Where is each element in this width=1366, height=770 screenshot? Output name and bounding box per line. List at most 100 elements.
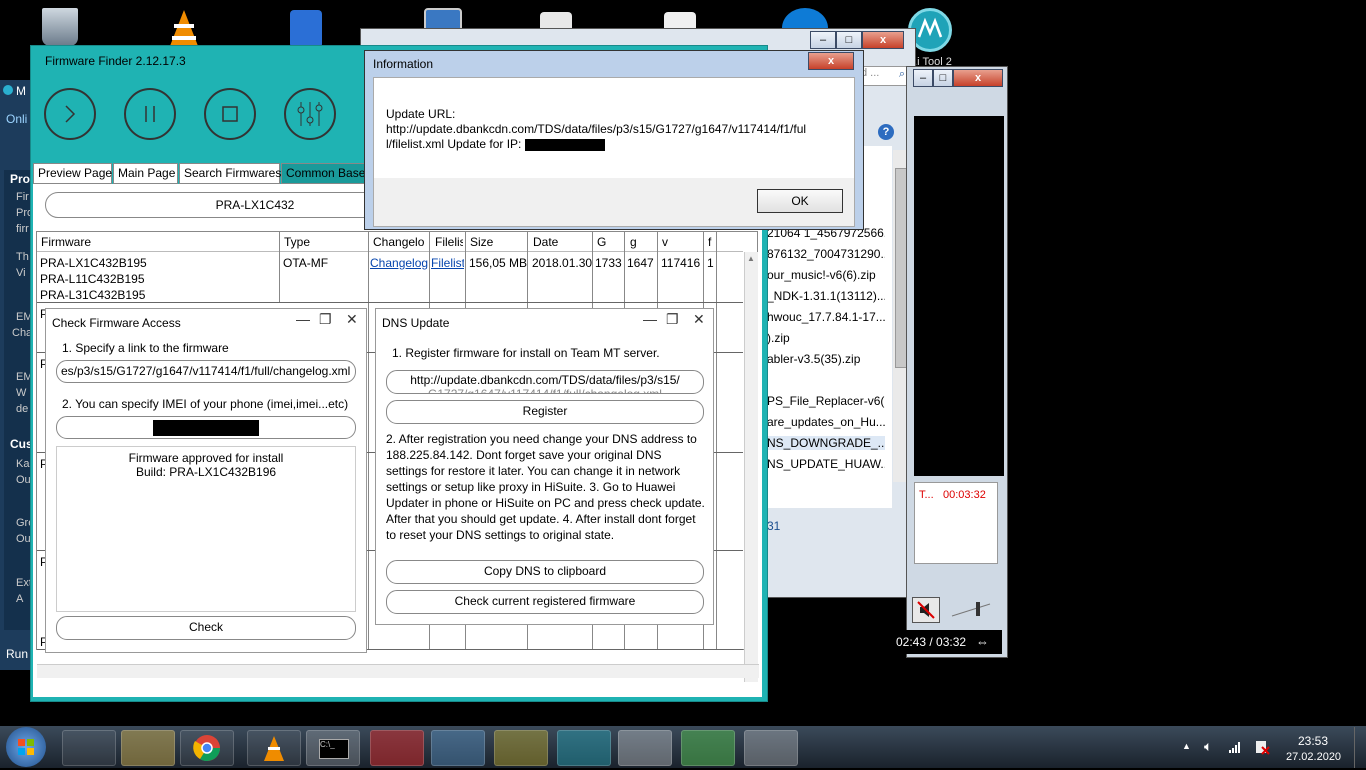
register-button[interactable]: Register	[386, 400, 704, 424]
settings-sliders-button[interactable]	[284, 88, 336, 140]
tab-main-page[interactable]: Main Page	[113, 163, 178, 184]
grid-vscrollbar[interactable]: ▲ ▼	[744, 252, 758, 682]
information-close-button[interactable]: x	[808, 52, 854, 70]
grid-firmware-2[interactable]: PRA-L31C432B195	[40, 287, 145, 303]
player-maximize-button[interactable]: □	[933, 69, 953, 87]
check-button[interactable]: Check	[56, 616, 356, 640]
player-timer: 00:03:32	[943, 489, 986, 501]
explorer-file-3[interactable]: _NDK-1.31.1(13112)...	[767, 289, 885, 303]
left-app-item-1[interactable]: Fir	[16, 191, 29, 203]
imei-redacted	[153, 420, 259, 437]
imei-input[interactable]	[56, 416, 356, 439]
explorer-icon[interactable]	[121, 730, 175, 766]
control-panel-icon[interactable]	[431, 730, 485, 766]
left-app-online: Onli	[6, 112, 28, 126]
grid-filelist-link[interactable]: Filelist	[431, 255, 464, 271]
left-app-item-15: Ou	[16, 533, 31, 545]
tab-common-base[interactable]: Common Base	[281, 163, 367, 184]
paint-icon[interactable]	[744, 730, 798, 766]
panel-minimize-icon[interactable]: —	[296, 311, 310, 327]
grid-changelog-link[interactable]: Changelog	[370, 255, 428, 271]
col-g1[interactable]: G	[597, 234, 621, 251]
stop-button[interactable]	[204, 88, 256, 140]
explorer-file-5[interactable]: ).zip	[767, 331, 885, 345]
recycle-bin-icon[interactable]	[42, 8, 78, 46]
toolbox-icon[interactable]	[370, 730, 424, 766]
tab-search-firmwares[interactable]: Search Firmwares	[179, 163, 281, 184]
mt-tool-icon[interactable]	[557, 730, 611, 766]
grid-size: 156,05 MB	[469, 256, 528, 270]
left-app-item-4[interactable]: Th	[16, 251, 29, 263]
vlc-icon[interactable]	[247, 730, 301, 766]
panel-close-icon[interactable]: ✕	[346, 311, 358, 328]
explorer-file-2[interactable]: our_music!-v6(6).zip	[767, 268, 885, 282]
scroll-up-icon[interactable]: ▲	[747, 254, 755, 263]
left-app-item-12[interactable]: Ka	[16, 458, 29, 470]
tab-preview-page[interactable]: Preview Page	[33, 163, 112, 184]
ip-redacted	[524, 138, 605, 151]
explorer-file-4[interactable]: hwouc_17.7.84.1-17...	[767, 310, 885, 324]
ie-icon[interactable]	[62, 730, 116, 766]
explorer-close-button[interactable]: x	[862, 31, 904, 49]
dns-step1: 1. Register firmware for install on Team…	[392, 346, 660, 360]
col-g2[interactable]: g	[630, 234, 654, 251]
tray-expand-icon[interactable]: ▲	[1182, 741, 1191, 751]
player-video-area	[914, 116, 1004, 476]
help-icon[interactable]: ?	[878, 124, 894, 140]
network-icon[interactable]	[1228, 740, 1242, 757]
start-button[interactable]	[6, 727, 46, 767]
grid-hscrollbar[interactable]	[37, 664, 759, 678]
check-registered-button[interactable]: Check current registered firmware	[386, 590, 704, 614]
explorer-file-10[interactable]: NS_DOWNGRADE_...	[767, 436, 885, 450]
explorer-search-input[interactable]: d ... ⌕	[860, 66, 908, 86]
explorer-file-8[interactable]: PS_File_Replacer-v6(...	[767, 394, 885, 408]
app-icon[interactable]	[494, 730, 548, 766]
dns-restore-icon[interactable]: ❐	[666, 311, 679, 328]
forward-button[interactable]	[44, 88, 96, 140]
dns-minimize-icon[interactable]: —	[643, 311, 657, 327]
fullscreen-icon[interactable]: ⇔	[976, 634, 989, 649]
col-type[interactable]: Type	[284, 234, 364, 251]
media-icon[interactable]	[681, 730, 735, 766]
col-f[interactable]: f	[708, 234, 728, 251]
col-size[interactable]: Size	[470, 234, 526, 251]
col-v[interactable]: v	[662, 234, 702, 251]
col-changelog[interactable]: Changelo	[373, 234, 429, 251]
ok-button[interactable]: OK	[757, 189, 843, 213]
explorer-file-9[interactable]: are_updates_on_Hu...	[767, 415, 885, 429]
grid-firmware-0[interactable]: PRA-LX1C432B195	[40, 255, 147, 271]
dns-close-icon[interactable]: ✕	[693, 311, 705, 328]
explorer-file-11[interactable]: NS_UPDATE_HUAW...	[767, 457, 885, 471]
copy-dns-button[interactable]: Copy DNS to clipboard	[386, 560, 704, 584]
clock-date[interactable]: 27.02.2020	[1286, 751, 1341, 763]
firmware-link-input[interactable]: es/p3/s15/G1727/g1647/v117414/f1/full/ch…	[56, 360, 356, 383]
explorer-maximize-button[interactable]: □	[836, 31, 862, 49]
pause-button[interactable]	[124, 88, 176, 140]
col-filelist[interactable]: Filelis	[435, 234, 463, 251]
volume-slider[interactable]	[950, 600, 998, 620]
explorer-minimize-button[interactable]: –	[810, 31, 836, 49]
volume-icon[interactable]: 🔈︎	[1204, 738, 1212, 755]
clock-time[interactable]: 23:53	[1298, 734, 1328, 748]
chrome-icon[interactable]	[180, 730, 234, 766]
action-center-icon[interactable]	[1254, 739, 1270, 758]
mute-icon[interactable]	[912, 597, 940, 623]
explorer-file-6[interactable]: abler-v3.5(35).zip	[767, 352, 885, 366]
panel-restore-icon[interactable]: ❐	[319, 311, 332, 328]
left-app-title-text: M	[16, 84, 26, 98]
show-desktop-button[interactable]	[1354, 727, 1366, 768]
col-firmware[interactable]: Firmware	[41, 234, 277, 251]
player-close-button[interactable]: x	[953, 69, 1003, 87]
vlc-icon[interactable]	[166, 8, 202, 48]
player-controls-bar	[766, 630, 1002, 654]
explorer-file-1[interactable]: 876132_7004731290...	[767, 247, 885, 261]
col-date[interactable]: Date	[533, 234, 591, 251]
left-app-run-button[interactable]: Run	[6, 647, 28, 661]
player-minimize-button[interactable]: –	[913, 69, 933, 87]
dns-url-input[interactable]: http://update.dbankcdn.com/TDS/data/file…	[386, 370, 704, 394]
check-access-step2: 2. You can specify IMEI of your phone (i…	[62, 397, 349, 411]
cmd-icon[interactable]: C:\_	[306, 730, 360, 766]
search-tool-icon[interactable]	[618, 730, 672, 766]
grid-firmware-1[interactable]: PRA-L11C432B195	[40, 271, 145, 287]
document-icon[interactable]	[290, 10, 322, 48]
